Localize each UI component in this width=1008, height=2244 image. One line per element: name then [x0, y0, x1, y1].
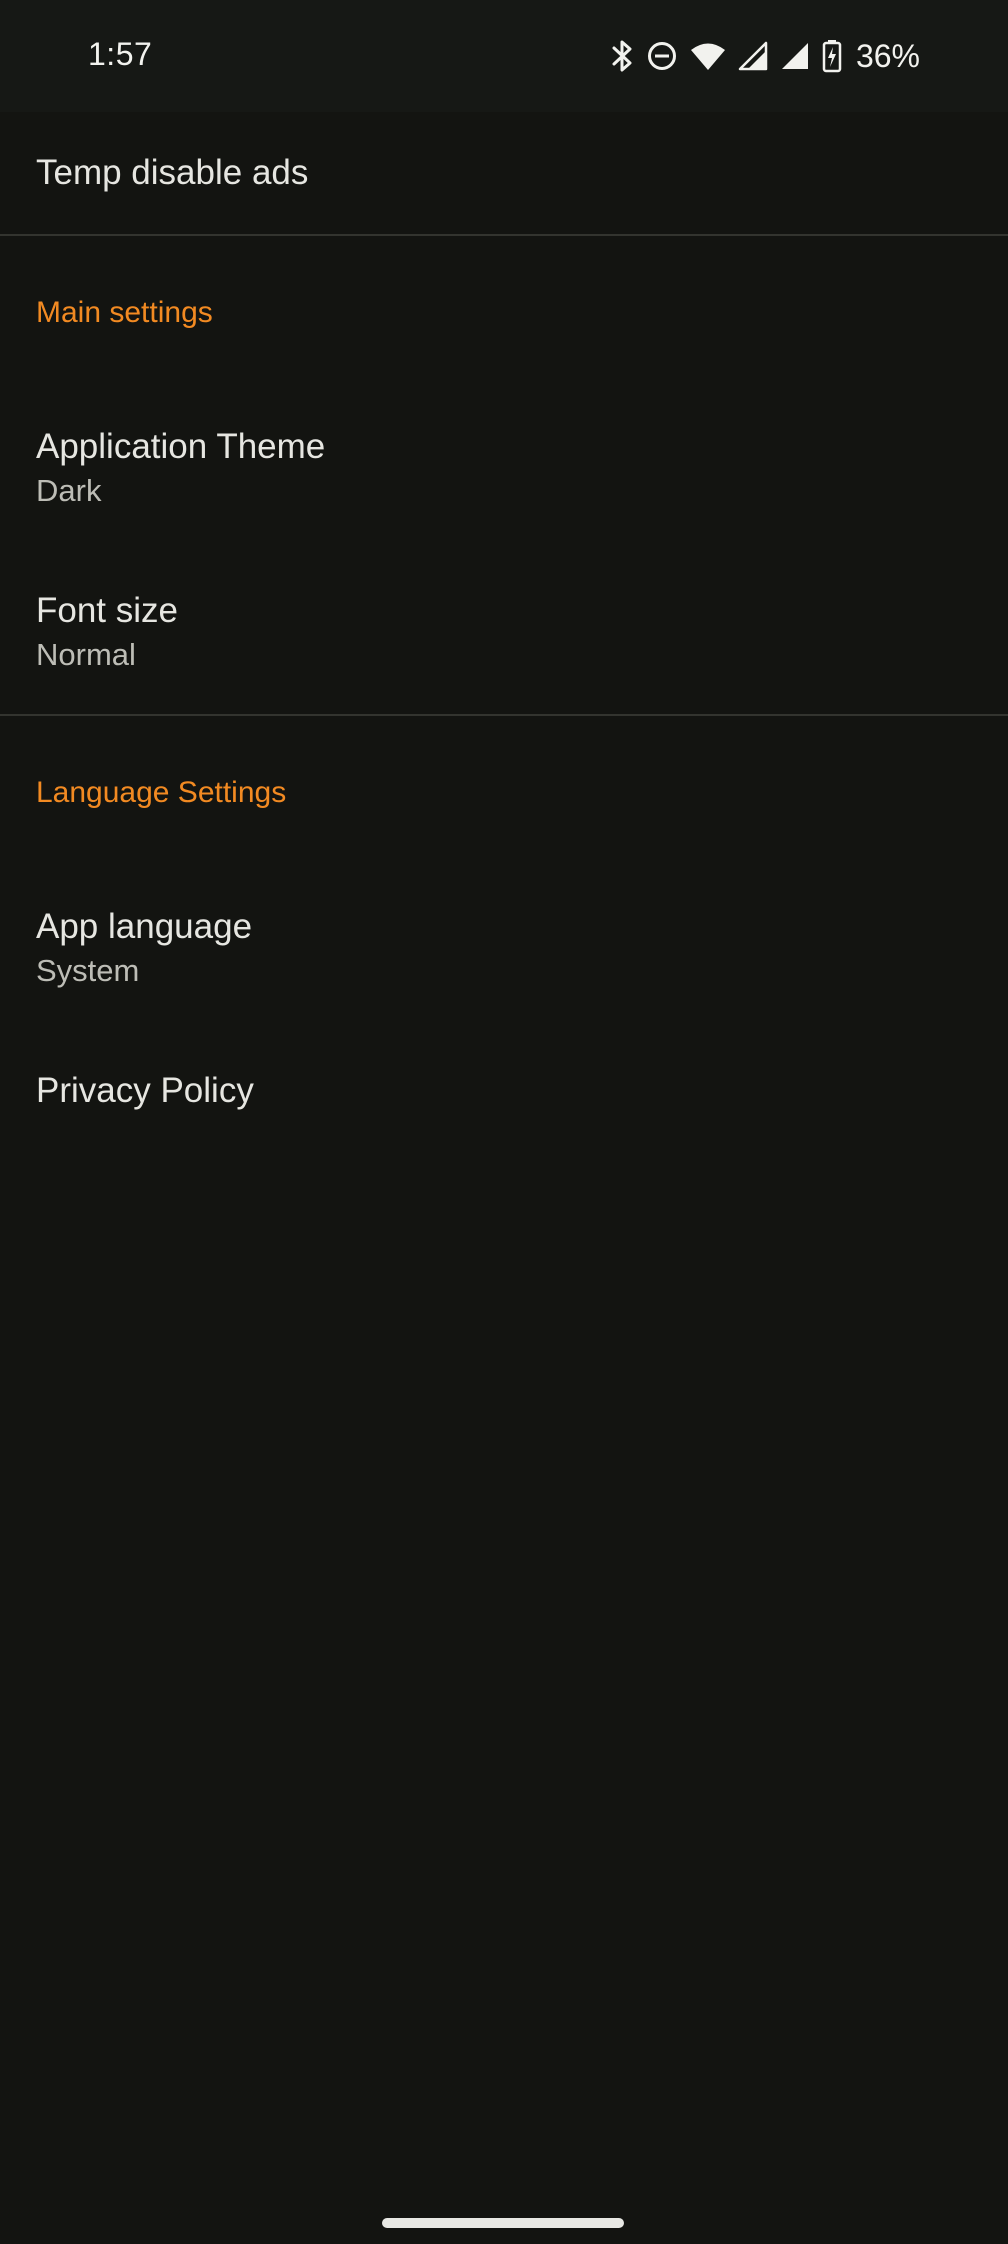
language-settings-header: Language Settings	[0, 716, 1008, 866]
application-theme-summary: Dark	[36, 473, 102, 508]
bluetooth-icon	[610, 39, 634, 73]
font-size-summary: Normal	[36, 637, 136, 672]
main-settings-header: Main settings	[0, 236, 1008, 386]
application-theme-title: Application Theme	[36, 427, 326, 466]
do-not-disturb-icon	[646, 40, 678, 72]
settings-list: Temp disable ads Main settings Applicati…	[0, 112, 1008, 1152]
temp-disable-ads-label: Temp disable ads	[36, 153, 309, 192]
privacy-policy-item[interactable]: Privacy Policy	[0, 1030, 1008, 1152]
main-settings-label: Main settings	[36, 296, 213, 329]
navigation-bar	[0, 2188, 1008, 2244]
app-language-item[interactable]: App language System	[0, 866, 1008, 1030]
wifi-icon	[690, 41, 726, 71]
cell-signal-icon	[738, 41, 768, 71]
app-language-summary: System	[36, 953, 140, 988]
font-size-title: Font size	[36, 591, 178, 630]
status-bar: 1:57 36%	[0, 0, 1008, 112]
app-language-title: App language	[36, 907, 253, 946]
status-icons: 36%	[610, 36, 920, 76]
font-size-item[interactable]: Font size Normal	[0, 550, 1008, 714]
application-theme-item[interactable]: Application Theme Dark	[0, 386, 1008, 550]
home-gesture-handle[interactable]	[382, 2218, 624, 2228]
status-time: 1:57	[88, 36, 153, 72]
battery-charging-icon	[822, 39, 842, 73]
battery-percent: 36%	[855, 37, 920, 74]
cell-signal-icon	[780, 41, 810, 71]
privacy-policy-title: Privacy Policy	[36, 1071, 254, 1110]
temp-disable-ads-item[interactable]: Temp disable ads	[0, 112, 1008, 234]
language-settings-label: Language Settings	[36, 776, 287, 809]
